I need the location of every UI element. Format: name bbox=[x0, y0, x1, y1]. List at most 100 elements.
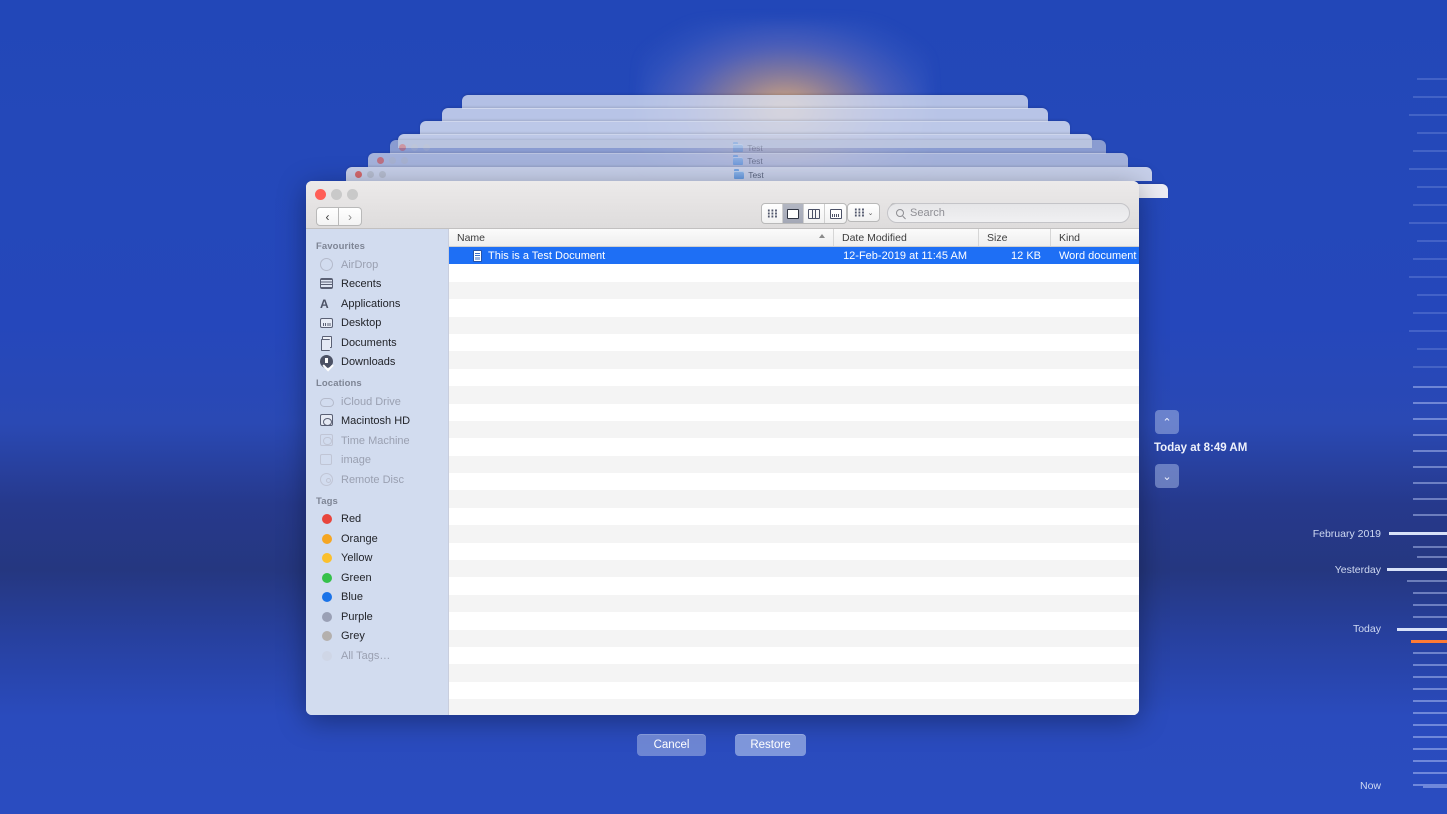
table-row[interactable]: This is a Test Document 12-Feb-2019 at 11… bbox=[449, 247, 1139, 265]
table-row-empty[interactable] bbox=[449, 351, 1139, 369]
timeline-tick[interactable] bbox=[1389, 532, 1447, 535]
snapshot-window-2[interactable]: Test bbox=[346, 167, 1152, 181]
sidebar-item-downloads[interactable]: Downloads bbox=[306, 353, 448, 373]
zoom-button[interactable] bbox=[347, 189, 358, 200]
timeline-tick[interactable] bbox=[1413, 498, 1447, 500]
file-rows[interactable]: This is a Test Document 12-Feb-2019 at 11… bbox=[449, 247, 1139, 715]
timeline-tick[interactable] bbox=[1413, 712, 1447, 714]
timeline-tick[interactable] bbox=[1413, 546, 1447, 548]
timeline-tick[interactable] bbox=[1413, 616, 1447, 618]
snapshot-layer-0[interactable] bbox=[462, 95, 1028, 109]
timeline-tick[interactable] bbox=[1413, 450, 1447, 452]
search-input[interactable] bbox=[910, 207, 1105, 219]
table-row-empty[interactable] bbox=[449, 629, 1139, 647]
snapshot-window-0[interactable]: Test bbox=[390, 140, 1106, 154]
table-row-empty[interactable] bbox=[449, 681, 1139, 700]
sidebar-item-recents[interactable]: Recents bbox=[306, 275, 448, 295]
table-row-empty[interactable] bbox=[449, 664, 1139, 682]
timeline-tick[interactable] bbox=[1407, 580, 1447, 582]
forward-button[interactable]: › bbox=[339, 207, 362, 226]
restore-button[interactable]: Restore bbox=[735, 734, 806, 756]
timeline-tick[interactable] bbox=[1413, 312, 1447, 314]
table-row-empty[interactable] bbox=[449, 316, 1139, 334]
timeline-tick[interactable] bbox=[1413, 482, 1447, 484]
timeline[interactable]: February 2019 Yesterday Today Now bbox=[1313, 0, 1447, 814]
table-row-empty[interactable] bbox=[449, 420, 1139, 439]
table-row-empty[interactable] bbox=[449, 455, 1139, 474]
timeline-tick[interactable] bbox=[1413, 724, 1447, 726]
timeline-tick[interactable] bbox=[1411, 640, 1447, 643]
timeline-tick[interactable] bbox=[1413, 592, 1447, 594]
sidebar-item-blue[interactable]: Blue bbox=[306, 588, 448, 608]
previous-snapshot-button[interactable]: ⌃ bbox=[1155, 410, 1179, 434]
timeline-tick[interactable] bbox=[1413, 748, 1447, 750]
sidebar-item-macintosh-hd[interactable]: Macintosh HD bbox=[306, 412, 448, 432]
sidebar-item-grey[interactable]: Grey bbox=[306, 627, 448, 647]
column-view-button[interactable] bbox=[804, 204, 825, 223]
timeline-tick[interactable] bbox=[1413, 150, 1447, 152]
timeline-tick[interactable] bbox=[1417, 78, 1447, 80]
sidebar-item-green[interactable]: Green bbox=[306, 568, 448, 588]
column-header-kind[interactable]: Kind bbox=[1051, 229, 1139, 246]
nav-buttons[interactable]: ‹ › bbox=[316, 207, 362, 226]
timeline-tick[interactable] bbox=[1409, 276, 1447, 278]
minimize-button[interactable] bbox=[331, 189, 342, 200]
timeline-label[interactable]: Yesterday bbox=[1335, 564, 1381, 576]
timeline-tick[interactable] bbox=[1413, 366, 1447, 368]
timeline-tick[interactable] bbox=[1413, 514, 1447, 516]
sidebar-item-airdrop[interactable]: AirDrop bbox=[306, 255, 448, 275]
timeline-label[interactable]: Today bbox=[1353, 623, 1381, 635]
back-button[interactable]: ‹ bbox=[316, 207, 339, 226]
timeline-tick[interactable] bbox=[1413, 604, 1447, 606]
timeline-label[interactable]: February 2019 bbox=[1313, 528, 1381, 540]
timeline-tick[interactable] bbox=[1417, 348, 1447, 350]
sidebar-item-icloud-drive[interactable]: iCloud Drive bbox=[306, 392, 448, 412]
timeline-tick[interactable] bbox=[1423, 786, 1447, 788]
file-list[interactable]: Name Date Modified Size Kind This is a T… bbox=[449, 229, 1139, 715]
table-row-empty[interactable] bbox=[449, 560, 1139, 578]
table-row-empty[interactable] bbox=[449, 386, 1139, 404]
timeline-tick[interactable] bbox=[1387, 568, 1447, 571]
table-row-empty[interactable] bbox=[449, 612, 1139, 630]
column-header-date[interactable]: Date Modified bbox=[834, 229, 979, 246]
column-headers[interactable]: Name Date Modified Size Kind bbox=[449, 229, 1139, 247]
icon-view-button[interactable] bbox=[762, 204, 783, 223]
timeline-label[interactable]: Now bbox=[1360, 780, 1381, 792]
table-row-empty[interactable] bbox=[449, 403, 1139, 421]
sidebar-item-desktop[interactable]: Desktop bbox=[306, 314, 448, 334]
snapshot-layer-2[interactable] bbox=[420, 121, 1070, 135]
snapshot-window-1[interactable]: Test bbox=[368, 153, 1128, 167]
column-header-name[interactable]: Name bbox=[449, 229, 834, 246]
sidebar-item-documents[interactable]: Documents bbox=[306, 333, 448, 353]
timeline-tick[interactable] bbox=[1409, 168, 1447, 170]
table-row-empty[interactable] bbox=[449, 490, 1139, 508]
timeline-tick[interactable] bbox=[1413, 664, 1447, 666]
list-view-button[interactable] bbox=[783, 204, 804, 223]
search-field[interactable] bbox=[887, 203, 1130, 223]
sidebar-item-image[interactable]: image bbox=[306, 451, 448, 471]
sidebar-item-all-tags[interactable]: All Tags… bbox=[306, 646, 448, 666]
timeline-tick[interactable] bbox=[1413, 700, 1447, 702]
timeline-tick[interactable] bbox=[1417, 240, 1447, 242]
timeline-tick[interactable] bbox=[1417, 556, 1447, 558]
table-row-empty[interactable] bbox=[449, 473, 1139, 491]
timeline-tick[interactable] bbox=[1413, 96, 1447, 98]
sidebar-item-time-machine[interactable]: Time Machine bbox=[306, 431, 448, 451]
sidebar-item-yellow[interactable]: Yellow bbox=[306, 549, 448, 569]
timeline-tick[interactable] bbox=[1417, 186, 1447, 188]
timeline-tick[interactable] bbox=[1417, 132, 1447, 134]
sidebar-item-purple[interactable]: Purple bbox=[306, 607, 448, 627]
group-by-button[interactable]: ⌄ bbox=[847, 203, 880, 222]
table-row-empty[interactable] bbox=[449, 264, 1139, 282]
table-row-empty[interactable] bbox=[449, 542, 1139, 561]
table-row-empty[interactable] bbox=[449, 507, 1139, 526]
table-row-empty[interactable] bbox=[449, 594, 1139, 613]
table-row-empty[interactable] bbox=[449, 646, 1139, 665]
gallery-view-button[interactable] bbox=[825, 204, 846, 223]
sidebar-item-remote-disc[interactable]: Remote Disc bbox=[306, 470, 448, 490]
timeline-tick[interactable] bbox=[1413, 402, 1447, 404]
timeline-tick[interactable] bbox=[1397, 628, 1447, 631]
timeline-tick[interactable] bbox=[1409, 222, 1447, 224]
timeline-tick[interactable] bbox=[1413, 258, 1447, 260]
timeline-tick[interactable] bbox=[1413, 204, 1447, 206]
